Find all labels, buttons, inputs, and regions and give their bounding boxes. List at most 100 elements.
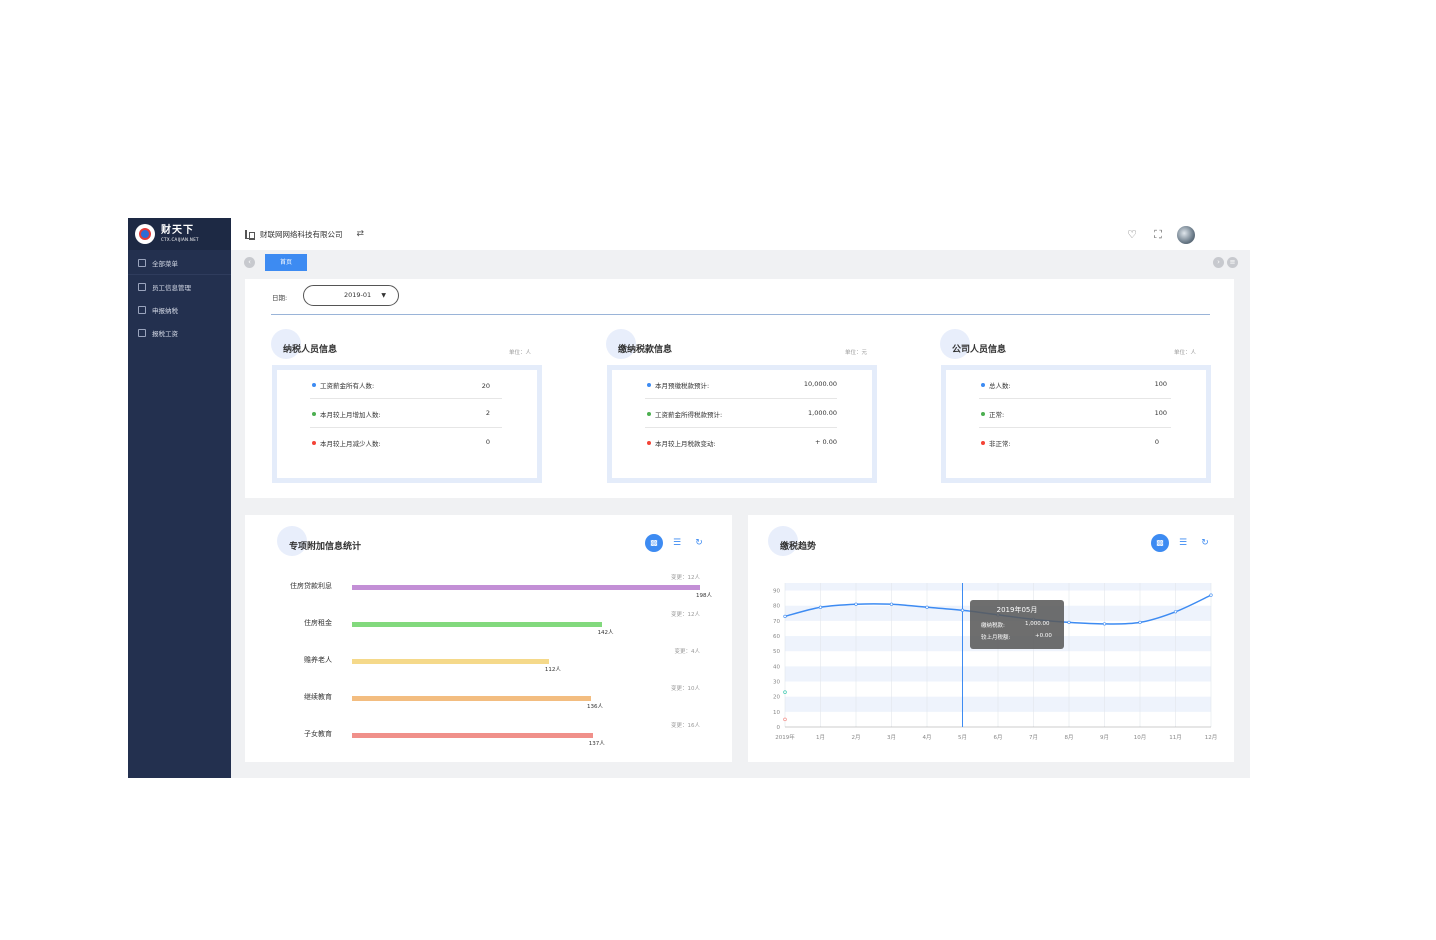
stat-value: 100 (1154, 380, 1167, 388)
tabs-next-icon[interactable]: › (1213, 257, 1224, 268)
sidebar-item-tax-declaration[interactable]: 申报纳税 (128, 298, 231, 321)
stat-label: 本月较上月增加人数: (320, 411, 381, 419)
dot-icon (312, 441, 316, 445)
stat-row: 非正常: 0 (979, 428, 1171, 457)
dot-icon (647, 412, 651, 416)
y-tick-label: 70 (773, 619, 780, 625)
avatar[interactable] (1177, 226, 1195, 244)
data-point (925, 605, 929, 609)
stat-row: 总人数: 100 (979, 370, 1171, 399)
divider (271, 314, 1210, 315)
stat-label: 工资薪金所有人数: (320, 382, 375, 390)
data-point (889, 602, 894, 606)
stat-row: 工资薪金所得税款预计: 1,000.00 (645, 399, 837, 428)
tooltip-label: 较上月税额: (981, 635, 1011, 641)
x-tick-label: 5月 (958, 734, 967, 741)
data-point (1067, 620, 1071, 625)
bar-category-label: 子女教育 (304, 730, 332, 738)
sidebar-item-label: 全部菜单 (152, 260, 178, 268)
date-value: 2019-01 (344, 291, 372, 299)
logo[interactable]: 财天下 CTX.CAIJIAN.NET (128, 218, 231, 250)
overview-panel: 日期: 2019-01 ▼ 纳税人员信息 单位：人 工资薪金所有人数: 20 本… (245, 279, 1234, 498)
dot-icon (312, 383, 316, 387)
y-tick-label: 0 (777, 725, 781, 731)
y-tick-label: 30 (773, 680, 780, 686)
grid-icon (138, 259, 146, 267)
data-point (818, 605, 823, 609)
payments-box: 本月预缴税款预计: 10,000.00 工资薪金所得税款预计: 1,000.00… (607, 365, 877, 483)
bar-chart-icon[interactable]: ▩ (645, 534, 663, 552)
bell-icon[interactable]: ♡ (1125, 228, 1139, 242)
list-icon[interactable]: ☰ (669, 534, 685, 552)
stat-value: 20 (481, 382, 490, 390)
fullscreen-icon[interactable]: ⛶ (1151, 228, 1165, 242)
stat-value: 2 (485, 409, 490, 417)
stat-row: 本月较上月税款变动: + 0.00 (645, 428, 837, 457)
x-tick-label: 11月 (1169, 734, 1182, 741)
bar[interactable] (352, 585, 700, 590)
bar[interactable] (352, 733, 593, 738)
data-point (783, 614, 787, 618)
trend-panel: 缴税趋势 ▩ ☰ ↻ 2019年 1月 2月 3月 4月 5月 6月 7月 8月 9月 10月 11月… (748, 515, 1234, 762)
refresh-icon[interactable]: ↻ (691, 534, 707, 552)
building-icon (245, 229, 255, 240)
date-select[interactable]: 2019-01 ▼ (303, 285, 399, 306)
x-tick-label: 4月 (923, 734, 932, 741)
bar[interactable] (352, 622, 602, 627)
stat-label: 工资薪金所得税款预计: (655, 411, 723, 419)
bar[interactable] (352, 659, 549, 664)
dot-icon (981, 383, 985, 387)
top-header: 财联网网络科技有限公司 ⇄ ♡ ⛶ (231, 218, 1250, 250)
x-tick-label: 2月 (852, 734, 861, 741)
staff-box: 总人数: 100 正常: 100 非正常: 0 (941, 365, 1211, 483)
dot-icon (981, 441, 985, 445)
date-label: 日期: (272, 294, 288, 302)
stat-label: 总人数: (989, 382, 1011, 390)
x-tick-label: 8月 (1065, 734, 1074, 741)
document-icon (138, 305, 146, 314)
tabs-prev-icon[interactable]: ‹ (244, 257, 255, 268)
bar[interactable] (352, 696, 592, 701)
sidebar-item-employee-info[interactable]: 员工信息管理 (128, 275, 231, 298)
section-title: 专项附加信息统计 (289, 542, 362, 552)
axis-marker-point (783, 717, 787, 722)
chart-tooltip: 2019年05月 缴纳税款: 1,000.00 较上月税额: +0.00 (970, 600, 1064, 649)
bar-value-label: 136人 (587, 704, 604, 710)
bar-value-label: 198人 (696, 593, 712, 599)
bar-category-label: 赡养老人 (304, 656, 332, 664)
stat-label: 本月预缴税款预计: (655, 382, 710, 390)
y-tick-label: 60 (773, 634, 780, 640)
switch-company-icon[interactable]: ⇄ (357, 229, 365, 239)
stat-label: 本月较上月减少人数: (320, 440, 381, 448)
tabs-bar: ‹ 首页 › ≡ (231, 250, 1250, 275)
x-tick-label: 2019年 (775, 733, 795, 741)
data-point (854, 602, 858, 606)
unit-label: 单位：人 (1174, 350, 1197, 356)
stat-label: 非正常: (989, 440, 1011, 448)
data-point (960, 608, 965, 612)
data-point (1173, 610, 1178, 614)
tabs-menu-icon[interactable]: ≡ (1227, 257, 1238, 268)
y-tick-label: 40 (773, 664, 780, 670)
bar-category-label: 继续教育 (304, 693, 332, 701)
bar-change-note: 变更：10人 (671, 686, 700, 692)
sidebar-item-all-menu[interactable]: 全部菜单 (128, 252, 231, 275)
logo-icon (135, 224, 155, 244)
logo-subtitle: CTX.CAIJIAN.NET (161, 237, 199, 242)
dot-icon (981, 412, 985, 416)
tooltip-label: 缴纳税款: (981, 623, 1005, 629)
bar-value-label: 137人 (588, 741, 605, 747)
y-tick-label: 90 (773, 589, 780, 595)
app-window: 财天下 CTX.CAIJIAN.NET 全部菜单 员工信息管理 申报纳税 报税工… (128, 218, 1250, 778)
bar-value-label: 142人 (597, 630, 614, 636)
sidebar-item-tax-salary[interactable]: 报税工资 (128, 321, 231, 344)
stat-row: 本月预缴税款预计: 10,000.00 (645, 370, 837, 399)
tab-home[interactable]: 首页 (265, 254, 307, 271)
dot-icon (647, 383, 651, 387)
chevron-down-icon: ▼ (381, 292, 386, 299)
x-tick-label: 10月 (1134, 734, 1147, 741)
sidebar: 财天下 CTX.CAIJIAN.NET 全部菜单 员工信息管理 申报纳税 报税工… (128, 218, 231, 778)
unit-label: 单位：元 (845, 350, 868, 356)
section-title: 公司人员信息 (952, 345, 1007, 355)
dot-icon (312, 412, 316, 416)
